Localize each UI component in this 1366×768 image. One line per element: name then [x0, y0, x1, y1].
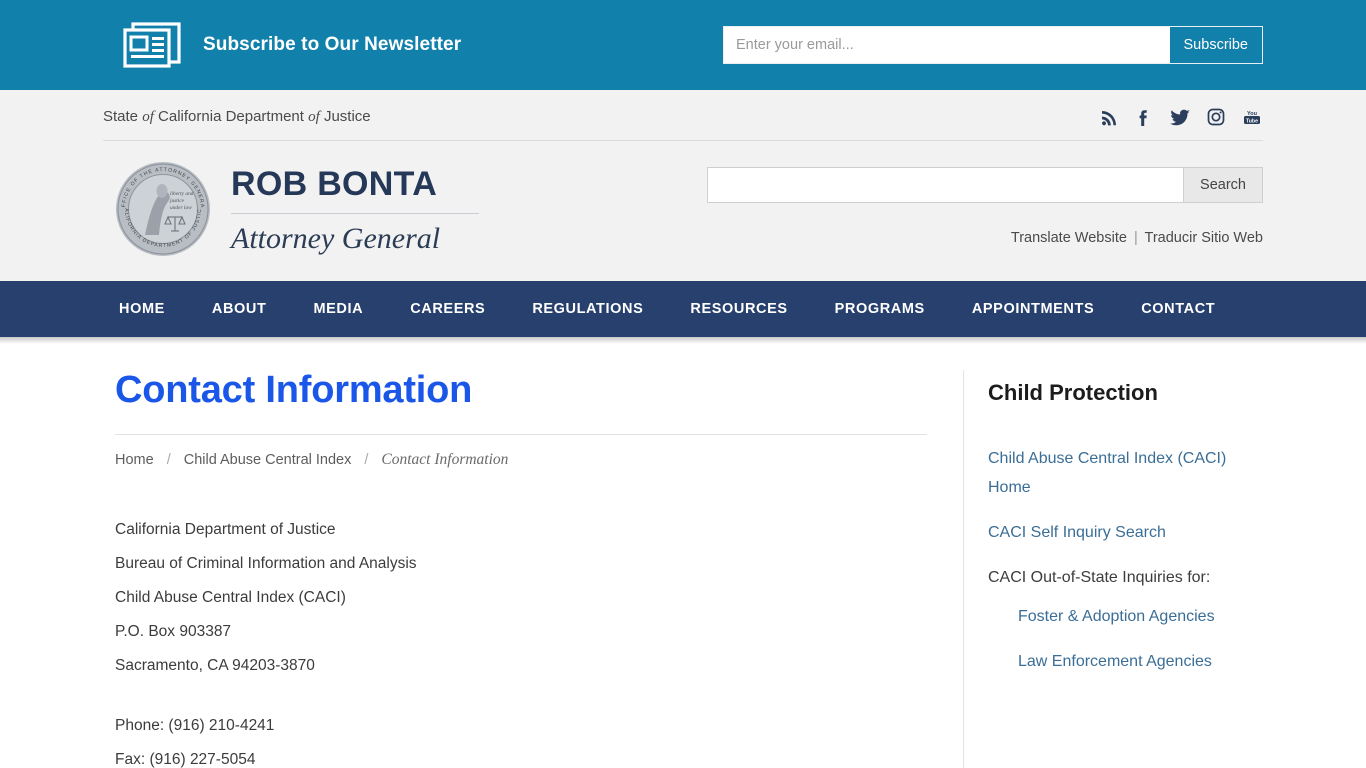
page-title: Contact Information [115, 369, 473, 411]
sidebar-item-caci-home[interactable]: Child Abuse Central Index (CACI) Home [988, 444, 1263, 502]
header-main-row: liberty and justice under law OFFICE OF … [103, 141, 1263, 281]
breadcrumb-current: Contact Information [381, 450, 509, 468]
newspaper-icon [123, 22, 181, 68]
svg-text:Tube: Tube [1246, 118, 1258, 124]
facebook-icon[interactable] [1134, 107, 1154, 127]
page-content: Contact Information Home / Child Abuse C… [103, 344, 1263, 768]
traducir-sitio-web-link[interactable]: Traducir Sitio Web [1145, 230, 1263, 246]
state-mid: California Department [158, 108, 304, 125]
nav-drop-shadow [0, 337, 1366, 344]
translate-website-link[interactable]: Translate Website [1011, 230, 1127, 246]
breadcrumb-home[interactable]: Home [115, 452, 154, 468]
translate-links: Translate Website | Traducir Sitio Web [1011, 230, 1263, 246]
title-divider [115, 433, 927, 435]
attorney-general-title: Attorney General [231, 222, 441, 255]
address-line: P.O. Box 903387 [115, 622, 232, 640]
nav-item-home[interactable]: HOME [119, 301, 165, 317]
sidebar-label-out-of-state: CACI Out-of-State Inquiries for: [988, 569, 1211, 586]
newsletter-email-input[interactable] [724, 27, 1170, 63]
twitter-icon[interactable] [1169, 107, 1191, 127]
attorney-general-name: ROB BONTA [231, 165, 438, 203]
state-word: State [103, 108, 139, 125]
newsletter-bar: Subscribe to Our Newsletter Subscribe [0, 0, 1366, 90]
nav-items: HOME ABOUT MEDIA CAREERS REGULATIONS RES… [103, 301, 1263, 317]
address-line: Bureau of Criminal Information and Analy… [115, 554, 417, 572]
contact-address-block: California Department of Justice Bureau … [115, 513, 927, 768]
address-line: California Department of Justice [115, 520, 336, 538]
sidebar-item-foster-adoption-agencies[interactable]: Foster & Adoption Agencies [988, 602, 1263, 631]
header-top-row: State of California Department of Justic… [103, 90, 1263, 134]
california-doj-seal-icon: liberty and justice under law OFFICE OF … [112, 157, 211, 257]
government-header-inner: State of California Department of Justic… [103, 90, 1263, 134]
address-line: Sacramento, CA 94203-3870 [115, 656, 315, 674]
fax-line: Fax: (916) 227-5054 [115, 750, 256, 768]
state-suffix: Justice [323, 108, 371, 125]
nav-item-programs[interactable]: PROGRAMS [835, 301, 925, 317]
sidebar-title: Child Protection [988, 380, 1158, 405]
newsletter-form: Subscribe [723, 26, 1263, 64]
nav-item-regulations[interactable]: REGULATIONS [532, 301, 643, 317]
youtube-icon[interactable]: You Tube [1241, 107, 1263, 127]
instagram-icon[interactable] [1206, 107, 1226, 127]
breadcrumb-separator-1: / [166, 451, 171, 468]
phone-line: Phone: (916) 210-4241 [115, 716, 275, 734]
translate-separator: | [1133, 230, 1138, 246]
brand-block: ROB BONTA Attorney General [231, 157, 479, 255]
search-column: Search Translate Website | Traducir Siti… [707, 157, 1263, 246]
nav-item-about[interactable]: ABOUT [212, 301, 267, 317]
brand-divider [231, 213, 479, 214]
sidebar-item-law-enforcement-agencies[interactable]: Law Enforcement Agencies [988, 647, 1263, 676]
social-links: You Tube [1099, 107, 1263, 127]
nav-item-media[interactable]: MEDIA [313, 301, 363, 317]
rss-icon[interactable] [1099, 107, 1119, 127]
state-of-2: of [308, 109, 320, 125]
breadcrumb-separator-2: / [364, 451, 369, 468]
newsletter-subscribe-button[interactable]: Subscribe [1169, 27, 1262, 63]
search-input[interactable] [707, 167, 1184, 203]
sidebar: Child Protection Child Abuse Central Ind… [963, 370, 1263, 768]
header-brand-inner: liberty and justice under law OFFICE OF … [103, 141, 1263, 281]
nav-item-contact[interactable]: CONTACT [1141, 301, 1215, 317]
site-search-form: Search [707, 167, 1263, 203]
nav-item-appointments[interactable]: APPOINTMENTS [972, 301, 1094, 317]
search-button[interactable]: Search [1183, 167, 1263, 203]
newsletter-inner: Subscribe to Our Newsletter Subscribe [103, 22, 1263, 68]
main-column: Contact Information Home / Child Abuse C… [103, 369, 963, 768]
breadcrumb: Home / Child Abuse Central Index / Conta… [115, 451, 927, 469]
nav-item-careers[interactable]: CAREERS [410, 301, 485, 317]
state-agency-label: State of California Department of Justic… [103, 108, 371, 126]
address-line: Child Abuse Central Index (CACI) [115, 588, 346, 606]
breadcrumb-parent[interactable]: Child Abuse Central Index [184, 452, 352, 468]
government-header: State of California Department of Justic… [0, 90, 1366, 281]
sidebar-item-caci-self-inquiry-search[interactable]: CACI Self Inquiry Search [988, 518, 1263, 547]
state-of-1: of [142, 109, 154, 125]
nav-item-resources[interactable]: RESOURCES [690, 301, 787, 317]
main-navigation: HOME ABOUT MEDIA CAREERS REGULATIONS RES… [0, 281, 1366, 337]
newsletter-title: Subscribe to Our Newsletter [203, 34, 462, 55]
